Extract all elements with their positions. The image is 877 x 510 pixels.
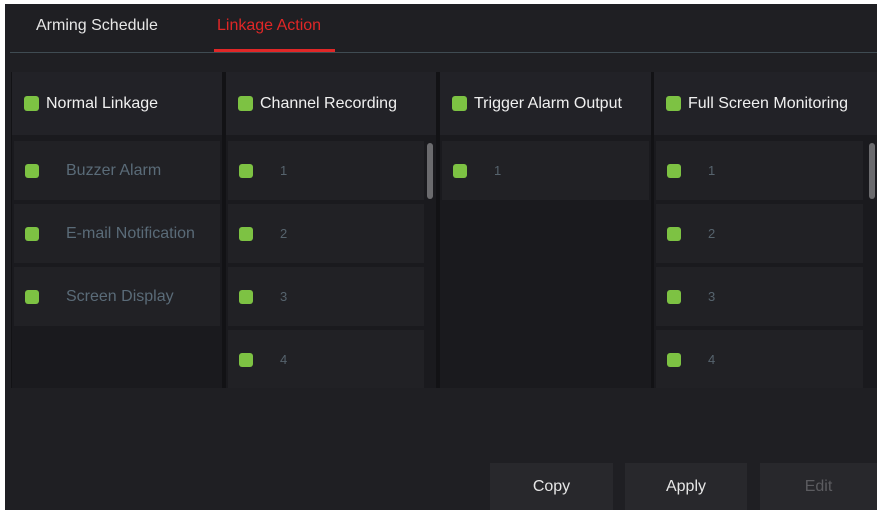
copy-button[interactable]: Copy — [490, 463, 613, 510]
checkbox[interactable] — [453, 163, 467, 178]
tab-arming-schedule[interactable]: Arming Schedule — [36, 17, 158, 35]
channel-number: 1 — [280, 163, 288, 178]
channel-number: 3 — [708, 289, 716, 304]
column-header: Full Screen Monitoring — [654, 72, 877, 135]
list-item[interactable]: 2 — [228, 204, 424, 263]
checkbox[interactable] — [239, 352, 253, 367]
linkage-grid: Normal Linkage Buzzer Alarm E-mail Notif… — [11, 72, 877, 388]
item-label: Buzzer Alarm — [66, 161, 162, 179]
edit-button[interactable]: Edit — [760, 463, 877, 510]
checkbox[interactable] — [25, 289, 39, 304]
column-header: Normal Linkage — [12, 72, 222, 135]
list-item[interactable]: 4 — [656, 330, 863, 388]
select-all-checkbox[interactable] — [666, 96, 681, 111]
list-item[interactable]: 1 — [656, 141, 863, 200]
item-label: E-mail Notification — [66, 224, 195, 242]
list-item[interactable]: E-mail Notification — [14, 204, 220, 263]
checkbox[interactable] — [667, 352, 681, 367]
scrollbar[interactable] — [869, 143, 875, 199]
select-all-checkbox[interactable] — [24, 96, 39, 111]
alarm-config-panel: Arming Schedule Linkage Action Normal Li… — [5, 4, 877, 510]
column-title: Channel Recording — [260, 94, 397, 112]
list-item[interactable]: 4 — [228, 330, 424, 388]
column-title: Normal Linkage — [46, 94, 159, 112]
column-trigger-alarm-output: Trigger Alarm Output 1 — [440, 72, 651, 388]
list-item[interactable]: 1 — [442, 141, 649, 200]
channel-number: 1 — [708, 163, 716, 178]
column-title: Trigger Alarm Output — [474, 94, 622, 112]
column-channel-recording: Channel Recording 1 2 3 4 — [226, 72, 436, 388]
checkbox[interactable] — [25, 226, 39, 241]
column-title: Full Screen Monitoring — [688, 94, 849, 112]
list-item[interactable]: 3 — [656, 267, 863, 326]
checkbox[interactable] — [239, 289, 253, 304]
checkbox[interactable] — [667, 289, 681, 304]
tab-divider — [10, 52, 877, 53]
tab-linkage-action[interactable]: Linkage Action — [217, 17, 321, 35]
list-item[interactable]: 2 — [656, 204, 863, 263]
channel-number: 2 — [280, 226, 288, 241]
list-item[interactable]: Screen Display — [14, 267, 220, 326]
checkbox[interactable] — [25, 163, 39, 178]
column-full-screen-monitoring: Full Screen Monitoring 1 2 3 4 — [654, 72, 877, 388]
checkbox[interactable] — [667, 226, 681, 241]
list-item[interactable]: Buzzer Alarm — [14, 141, 220, 200]
checkbox[interactable] — [239, 226, 253, 241]
apply-button[interactable]: Apply — [625, 463, 747, 510]
channel-number: 3 — [280, 289, 288, 304]
channel-number: 2 — [708, 226, 716, 241]
checkbox[interactable] — [239, 163, 253, 178]
item-label: Screen Display — [66, 287, 174, 305]
column-header: Channel Recording — [226, 72, 436, 135]
scrollbar[interactable] — [427, 143, 433, 199]
checkbox[interactable] — [667, 163, 681, 178]
list-item[interactable]: 3 — [228, 267, 424, 326]
channel-number: 4 — [708, 352, 716, 367]
list-item[interactable]: 1 — [228, 141, 424, 200]
column-normal-linkage: Normal Linkage Buzzer Alarm E-mail Notif… — [12, 72, 222, 388]
channel-number: 4 — [280, 352, 288, 367]
select-all-checkbox[interactable] — [452, 96, 467, 111]
alarm-output-number: 1 — [494, 163, 502, 178]
tab-bar: Arming Schedule Linkage Action — [5, 4, 877, 53]
column-header: Trigger Alarm Output — [440, 72, 651, 135]
select-all-checkbox[interactable] — [238, 96, 253, 111]
